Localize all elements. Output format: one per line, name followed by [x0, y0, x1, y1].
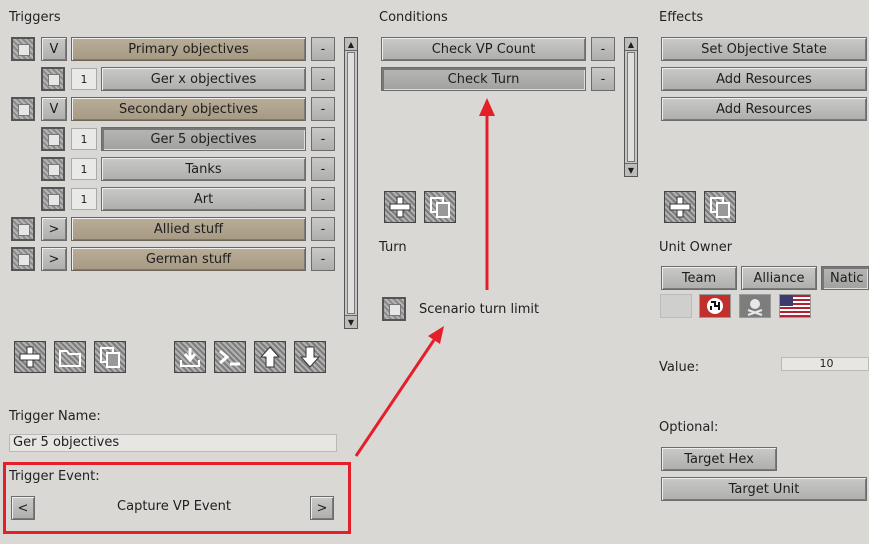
annotation-arrows: [354, 98, 495, 457]
